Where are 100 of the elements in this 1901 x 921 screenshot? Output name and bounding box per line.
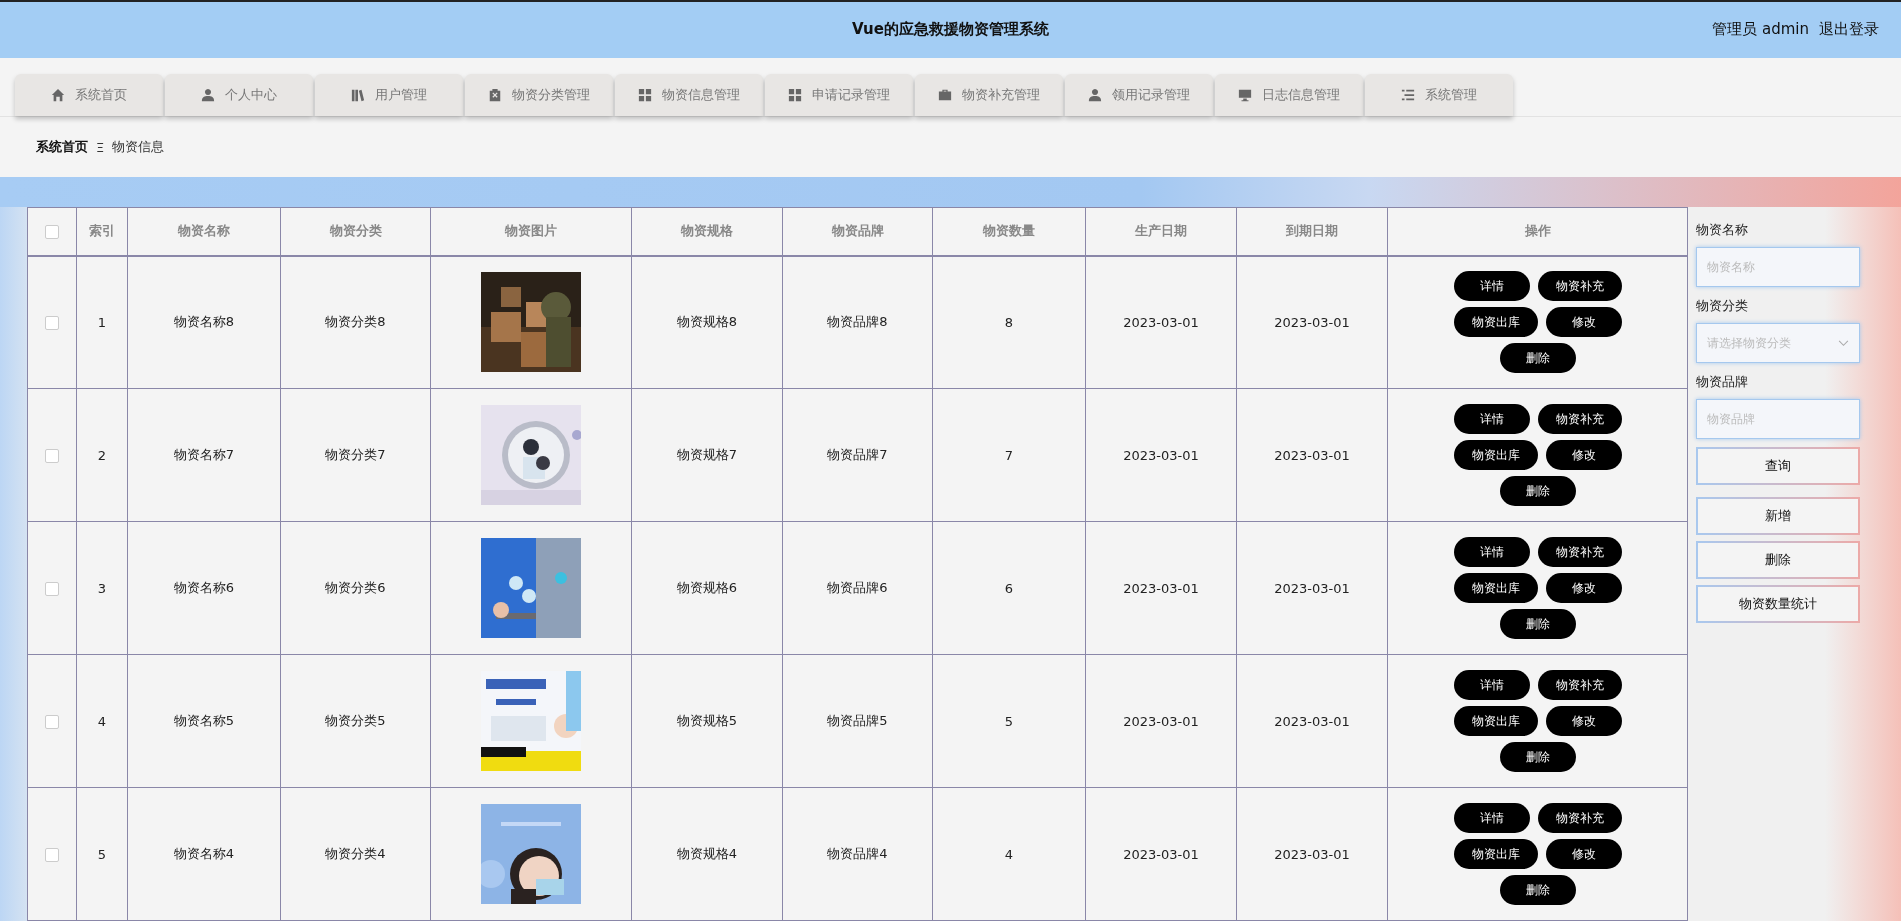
nav-tab[interactable]: 物资补充管理 (915, 73, 1063, 116)
column-header: 索引 (89, 223, 115, 239)
nav-tab[interactable]: 系统首页 (15, 73, 163, 116)
action-button[interactable]: 修改 (1545, 839, 1622, 869)
toolbar-button[interactable]: 删除 (1696, 541, 1860, 579)
column-header: 物资品牌 (831, 223, 884, 239)
logout-link[interactable]: 退出登录 (1819, 20, 1879, 39)
brand-cell: 物资品牌6 (827, 580, 888, 595)
column-header: 操作 (1524, 223, 1551, 239)
row-checkbox[interactable] (45, 847, 59, 862)
column-header: 生产日期 (1135, 223, 1187, 239)
brand-cell: 物资品牌7 (827, 447, 888, 462)
query-button[interactable]: 查询 (1696, 447, 1860, 485)
action-button[interactable]: 物资补充 (1537, 670, 1622, 700)
action-button[interactable]: 详情 (1453, 271, 1530, 302)
nav-tab[interactable]: 领用记录管理 (1065, 73, 1213, 116)
action-button[interactable]: 修改 (1545, 573, 1622, 603)
date-cell: 2023-03-01 (1274, 580, 1350, 596)
action-button[interactable]: 物资补充 (1537, 537, 1622, 567)
action-button[interactable]: 详情 (1453, 670, 1530, 700)
quantity-cell: 5 (1004, 713, 1014, 729)
grid-icon (638, 87, 652, 102)
nav-tab[interactable]: 日志信息管理 (1215, 73, 1363, 116)
action-button[interactable]: 删除 (1499, 875, 1576, 905)
home-icon (51, 87, 65, 102)
column-header: 到期日期 (1286, 223, 1338, 239)
name-cell: 物资名称6 (173, 580, 235, 595)
action-button[interactable]: 删除 (1499, 742, 1576, 772)
search-field[interactable]: 物资名称 (1696, 247, 1860, 287)
action-button[interactable]: 删除 (1499, 476, 1576, 506)
quantity-cell: 6 (1004, 580, 1014, 596)
action-button[interactable]: 详情 (1453, 803, 1530, 833)
row-checkbox[interactable] (45, 581, 59, 596)
chevron-down-icon (1838, 339, 1849, 347)
nav-tab[interactable]: 用户管理 (315, 73, 463, 116)
grid-icon (788, 87, 802, 102)
quantity-cell: 7 (1004, 447, 1014, 463)
toolbar-button[interactable]: 物资数量统计 (1696, 585, 1860, 623)
spec-cell: 物资规格4 (676, 846, 738, 861)
name-cell: 物资名称7 (173, 447, 235, 462)
action-button[interactable]: 删除 (1499, 343, 1576, 374)
action-button[interactable]: 物资出库 (1453, 440, 1538, 470)
action-button[interactable]: 物资出库 (1453, 706, 1538, 736)
spec-cell: 物资规格6 (676, 580, 738, 595)
nav-tab[interactable]: 系统管理 (1365, 73, 1513, 116)
index-cell: 1 (97, 314, 107, 330)
clipboard-icon (488, 87, 502, 102)
action-button[interactable]: 物资出库 (1453, 573, 1538, 603)
action-button[interactable]: 物资出库 (1453, 307, 1538, 338)
books-icon (351, 87, 365, 102)
nav-tab[interactable]: 个人中心 (165, 73, 313, 116)
field-label: 物资品牌 (1696, 373, 1749, 391)
row-checkbox[interactable] (45, 448, 59, 463)
field-label: 物资分类 (1696, 297, 1749, 315)
column-header: 物资名称 (178, 223, 230, 239)
brand-cell: 物资品牌8 (827, 314, 888, 330)
index-cell: 4 (97, 713, 107, 729)
nav-tab[interactable]: 物资信息管理 (615, 73, 763, 116)
search-field[interactable]: 物资品牌 (1696, 399, 1860, 439)
column-header: 物资数量 (983, 223, 1035, 239)
column-header: 物资规格 (681, 223, 733, 239)
action-button[interactable]: 详情 (1453, 404, 1530, 434)
admin-label: 管理员 admin (1712, 20, 1809, 39)
select-all-checkbox[interactable] (45, 225, 59, 239)
action-button[interactable]: 修改 (1545, 706, 1622, 736)
date-cell: 2023-03-01 (1274, 447, 1350, 463)
quantity-cell: 8 (1004, 314, 1014, 330)
action-button[interactable]: 物资出库 (1453, 839, 1538, 869)
breadcrumb-current: 物资信息 (112, 138, 165, 157)
action-button[interactable]: 物资补充 (1537, 803, 1622, 833)
category-cell: 物资分类4 (325, 846, 386, 861)
action-button[interactable]: 修改 (1545, 307, 1622, 338)
row-checkbox[interactable] (45, 714, 59, 729)
toolbar-button[interactable]: 新增 (1696, 497, 1860, 535)
column-header: 物资图片 (505, 223, 557, 239)
breadcrumb-separator: Ξ (96, 139, 105, 155)
date-cell: 2023-03-01 (1123, 447, 1199, 463)
action-button[interactable]: 物资补充 (1537, 404, 1622, 434)
category-cell: 物资分类6 (325, 580, 386, 595)
action-button[interactable]: 详情 (1453, 537, 1530, 567)
briefcase-icon (938, 87, 952, 102)
spec-cell: 物资规格5 (676, 713, 738, 728)
row-checkbox[interactable] (45, 316, 59, 330)
list-icon (1401, 87, 1415, 102)
spec-cell: 物资规格7 (676, 447, 738, 462)
field-label: 物资名称 (1696, 221, 1749, 239)
user-icon (1088, 87, 1102, 102)
user-icon (201, 87, 215, 102)
action-button[interactable]: 修改 (1545, 440, 1622, 470)
nav-tab[interactable]: 物资分类管理 (465, 73, 613, 116)
action-button[interactable]: 删除 (1499, 609, 1576, 639)
category-cell: 物资分类8 (325, 314, 386, 330)
column-header: 物资分类 (329, 223, 382, 239)
name-cell: 物资名称8 (173, 314, 235, 330)
action-button[interactable]: 物资补充 (1537, 271, 1622, 302)
brand-cell: 物资品牌4 (827, 846, 888, 861)
nav-tab[interactable]: 申请记录管理 (765, 73, 913, 116)
breadcrumb-link[interactable]: 系统首页 (36, 138, 88, 157)
category-cell: 物资分类7 (325, 447, 386, 462)
system-title: Vue的应急救援物资管理系统 (852, 20, 1049, 40)
